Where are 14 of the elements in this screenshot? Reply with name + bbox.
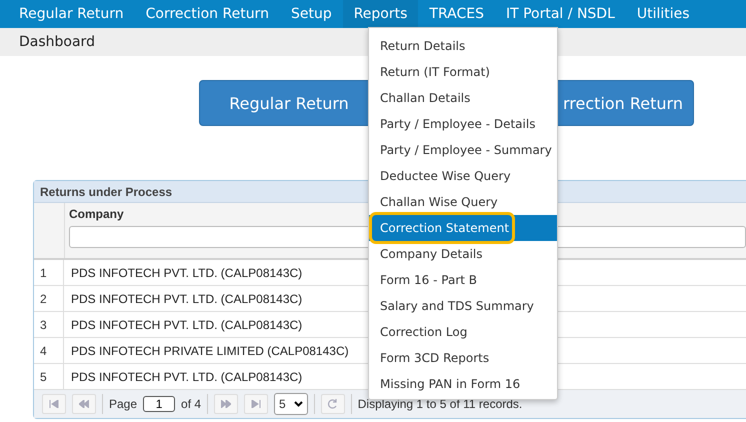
page-count: of 4 (181, 397, 202, 411)
table-cell-text: PDS INFOTECH PVT. LTD. (CALP08143C) (70, 266, 302, 280)
row-number: 1 (34, 260, 64, 285)
row-number: 5 (34, 364, 64, 389)
row-number: 4 (34, 338, 64, 363)
table-cell-text: PDS INFOTECH PVT. LTD. (CALP08143C) (70, 318, 302, 332)
records-info: Displaying 1 to 5 of 11 records. (358, 397, 522, 411)
row-number: 2 (34, 286, 64, 311)
breadcrumb: Dashboard (19, 34, 95, 50)
table-cell-text: PDS INFOTECH PRIVATE LIMITED (CALP08143C) (70, 344, 349, 358)
table-cell-text: PDS INFOTECH PVT. LTD. (CALP08143C) (70, 370, 302, 384)
row-number: 3 (34, 312, 64, 337)
table-cell-text: PDS INFOTECH PVT. LTD. (CALP08143C) (70, 292, 302, 306)
page-label: Page (109, 397, 138, 411)
